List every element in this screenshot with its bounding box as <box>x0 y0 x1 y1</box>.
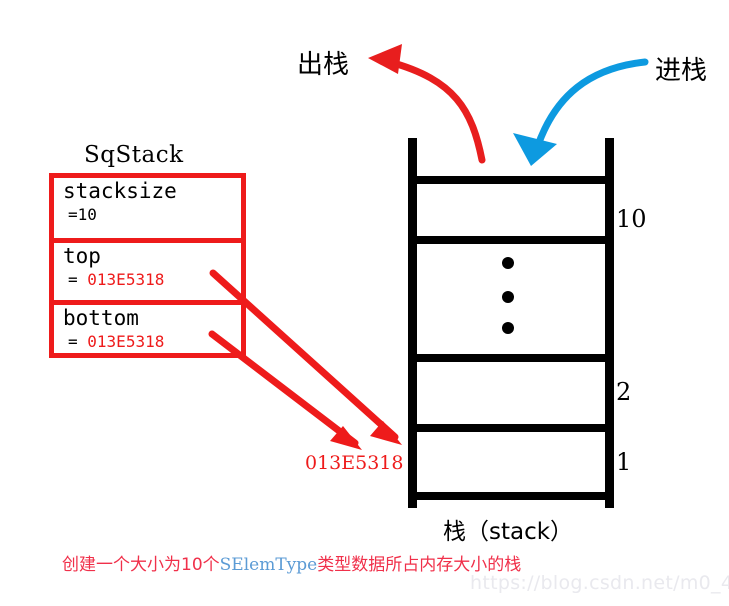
field-eq-bottom: = <box>68 332 78 351</box>
field-address-bottom: 013E5318 <box>87 332 165 351</box>
struct-field-top: top = 013E5318 <box>54 238 241 300</box>
struct-title: SqStack <box>84 142 184 168</box>
diagram-canvas: SqStack stacksize =10 top = 013E5318 bot… <box>0 0 729 606</box>
bottom-caption-type: SElemType <box>219 555 318 575</box>
field-value-top: = 013E5318 <box>63 269 241 291</box>
stack-ladder <box>408 138 614 508</box>
ellipsis-dot <box>502 291 514 303</box>
stack-rung <box>408 354 614 362</box>
field-name-bottom: bottom <box>63 306 139 330</box>
pointer-target-address: 013E5318 <box>305 452 404 474</box>
stack-right-rail <box>605 138 614 508</box>
field-name-top: top <box>63 244 101 268</box>
ellipsis-dot <box>502 257 514 269</box>
field-address-top: 013E5318 <box>87 270 165 289</box>
field-number-stacksize: 10 <box>77 205 97 224</box>
watermark: https://blog.csdn.net/m0_43609475 <box>470 572 729 594</box>
stack-rung <box>408 236 614 244</box>
stack-rung <box>408 176 614 184</box>
stack-index-1: 1 <box>616 448 632 476</box>
pop-arrow-head <box>368 44 402 74</box>
push-label: 进栈 <box>655 56 708 86</box>
bottom-caption-part1: 创建一个大小为10个 <box>62 555 220 575</box>
stack-left-rail <box>408 138 417 508</box>
field-eq-top: = <box>68 270 78 289</box>
stack-index-2: 2 <box>616 378 632 406</box>
field-value-stacksize: =10 <box>63 204 241 226</box>
bottom-caption: 创建一个大小为10个SElemType类型数据所占内存大小的栈 <box>62 554 521 576</box>
struct-field-stacksize: stacksize =10 <box>54 178 241 238</box>
struct-field-bottom: bottom = 013E5318 <box>54 300 241 363</box>
sqstack-struct-box: stacksize =10 top = 013E5318 bottom = 01… <box>49 173 246 358</box>
pop-label: 出栈 <box>297 50 350 80</box>
field-eq-stacksize: = <box>68 205 78 224</box>
field-name-stacksize: stacksize <box>63 179 177 203</box>
stack-rung <box>408 492 614 500</box>
stack-caption: 栈（stack） <box>443 519 574 545</box>
stack-index-10: 10 <box>616 205 647 233</box>
stack-rung <box>408 424 614 432</box>
push-arrow-curve <box>533 58 649 152</box>
field-value-bottom: = 013E5318 <box>63 331 241 353</box>
ellipsis-dot <box>502 322 514 334</box>
